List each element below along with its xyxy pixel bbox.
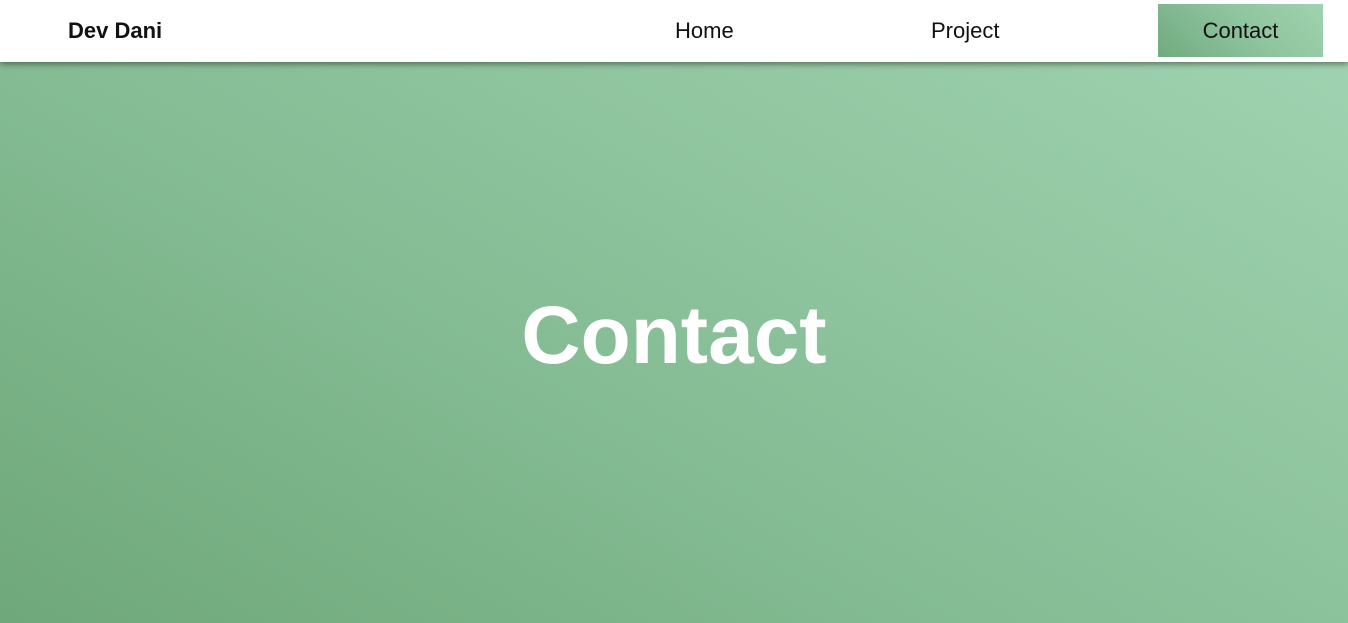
hero-section: Contact <box>0 62 1348 623</box>
navbar: Dev Dani Home Project Contact <box>0 0 1348 62</box>
nav-link-project[interactable]: Project <box>931 18 999 44</box>
brand-logo[interactable]: Dev Dani <box>68 18 162 44</box>
nav-link-home[interactable]: Home <box>675 18 734 44</box>
page-title: Contact <box>521 290 827 381</box>
nav-link-contact[interactable]: Contact <box>1158 4 1323 57</box>
